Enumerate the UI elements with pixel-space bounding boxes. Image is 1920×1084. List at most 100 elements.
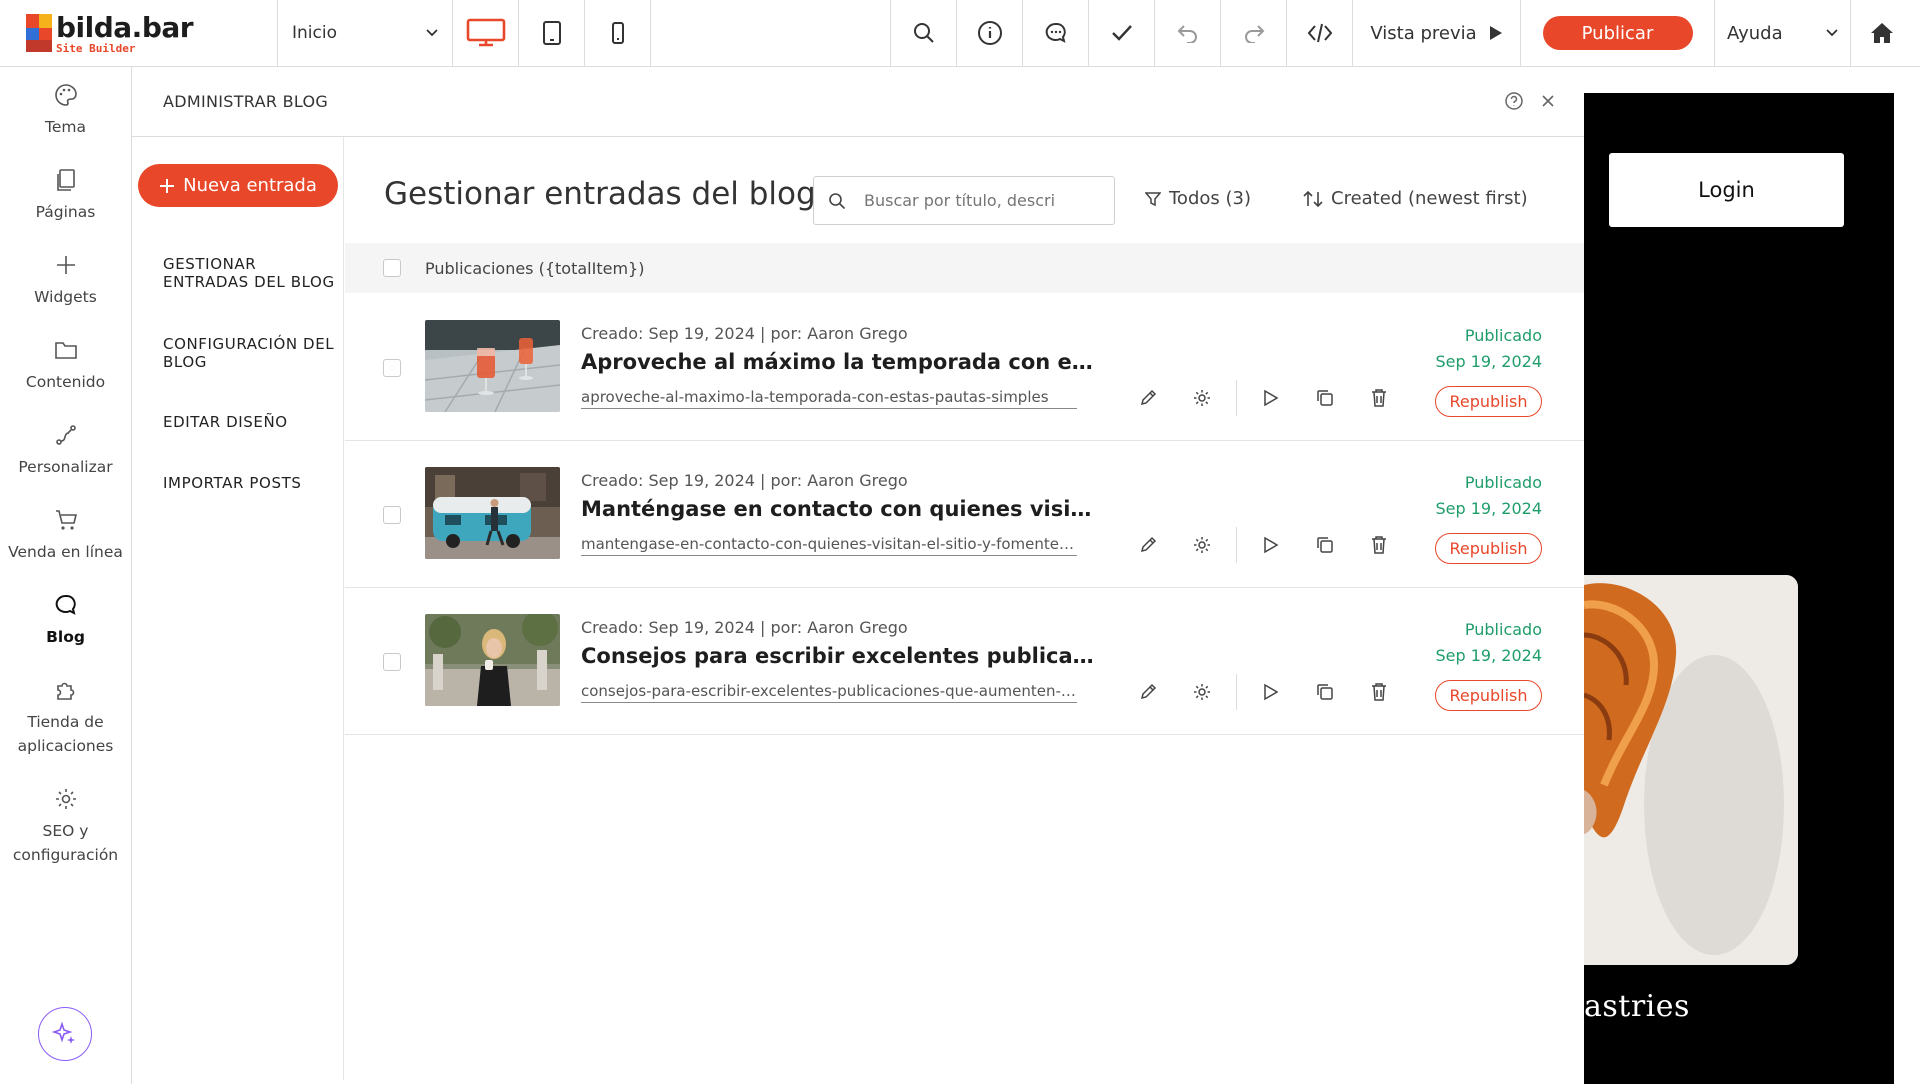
publish-cell: Publicar <box>1521 0 1715 66</box>
delete-button[interactable] <box>1352 530 1406 560</box>
post-meta: Creado: Sep 19, 2024 | por: Aaron Grego <box>581 471 908 490</box>
sidebar-item-tema[interactable]: Tema <box>0 83 131 139</box>
brand-logo[interactable]: bilda.bar Site Builder <box>0 0 278 66</box>
delete-button[interactable] <box>1352 383 1406 413</box>
sidebar-item-paginas[interactable]: Páginas <box>0 168 131 224</box>
close-icon[interactable] <box>1540 93 1556 109</box>
check-button[interactable] <box>1089 0 1155 66</box>
sidebar-item-venda-en-linea[interactable]: Venda en línea <box>0 508 131 564</box>
help-menu[interactable]: Ayuda <box>1715 0 1851 66</box>
trash-icon <box>1372 683 1386 701</box>
undo-button[interactable] <box>1155 0 1221 66</box>
sidebar-item-seo[interactable]: SEO y configuración <box>0 787 131 867</box>
pastry-image <box>1584 575 1798 965</box>
new-entry-button[interactable]: Nueva entrada <box>138 164 338 207</box>
site-preview: Login astries <box>1584 67 1920 1084</box>
post-actions <box>1121 380 1406 416</box>
edit-button[interactable] <box>1121 530 1175 560</box>
post-title[interactable]: Manténgase en contacto con quienes visit… <box>581 497 1101 521</box>
chevron-down-icon <box>1826 29 1838 37</box>
comment-icon <box>1045 22 1066 43</box>
sidebar-item-label: Páginas <box>35 203 96 221</box>
sort-icon <box>1303 190 1323 207</box>
sidebar-item-label: Contenido <box>25 373 106 391</box>
cart-icon <box>55 510 77 530</box>
duplicate-button[interactable] <box>1298 383 1352 413</box>
info-button[interactable] <box>957 0 1023 66</box>
republish-button[interactable]: Republish <box>1435 533 1542 564</box>
post-date: Sep 19, 2024 <box>1435 352 1543 371</box>
sidebar-item-contenido[interactable]: Contenido <box>0 338 131 394</box>
preview-post-button[interactable] <box>1244 677 1298 707</box>
settings-button[interactable] <box>1175 530 1229 560</box>
post-checkbox[interactable] <box>383 653 401 671</box>
post-title[interactable]: Consejos para escribir excelentes public… <box>581 644 1101 668</box>
undo-icon <box>1177 25 1197 43</box>
post-slug-link[interactable]: consejos-para-escribir-excelentes-public… <box>581 682 1077 703</box>
gear-icon <box>1194 537 1210 553</box>
post-thumbnail <box>425 614 560 706</box>
post-checkbox[interactable] <box>383 359 401 377</box>
panel-title: ADMINISTRAR BLOG <box>163 92 329 111</box>
post-slug-link[interactable]: aproveche-al-maximo-la-temporada-con-est… <box>581 388 1077 409</box>
device-mobile-button[interactable] <box>585 0 651 66</box>
status-badge: Publicado <box>1464 326 1542 345</box>
sidebar-item-blog[interactable]: Blog <box>0 593 131 649</box>
puzzle-icon <box>56 682 74 700</box>
device-tablet-button[interactable] <box>519 0 585 66</box>
select-all-checkbox[interactable] <box>383 259 401 277</box>
mobile-icon <box>611 22 624 44</box>
preview-button[interactable]: Vista previa <box>1353 0 1521 66</box>
comments-button[interactable] <box>1023 0 1089 66</box>
page-selector[interactable]: Inicio <box>278 0 453 66</box>
sidebar-item-label: Personalizar <box>18 458 113 476</box>
nav-edit-design[interactable]: EDITAR DISEÑO <box>163 413 343 431</box>
redo-button[interactable] <box>1221 0 1287 66</box>
republish-button[interactable]: Republish <box>1435 386 1542 417</box>
post-meta: Creado: Sep 19, 2024 | por: Aaron Grego <box>581 618 908 637</box>
filter-button[interactable]: Todos (3) <box>1145 188 1251 209</box>
edit-button[interactable] <box>1121 383 1175 413</box>
post-actions <box>1121 674 1406 710</box>
edit-button[interactable] <box>1121 677 1175 707</box>
nav-import-posts[interactable]: IMPORTAR POSTS <box>163 474 343 492</box>
preview-label: Vista previa <box>1370 22 1477 44</box>
post-thumbnail <box>425 320 560 412</box>
path-icon <box>55 425 76 445</box>
palette-icon <box>54 84 77 106</box>
nav-manage-posts[interactable]: GESTIONAR ENTRADAS DEL BLOG <box>163 255 343 291</box>
settings-button[interactable] <box>1175 383 1229 413</box>
post-checkbox[interactable] <box>383 506 401 524</box>
search-button[interactable] <box>891 0 957 66</box>
login-button[interactable]: Login <box>1609 153 1844 227</box>
preview-post-button[interactable] <box>1244 530 1298 560</box>
blog-sub-nav: Nueva entrada GESTIONAR ENTRADAS DEL BLO… <box>132 137 344 1080</box>
sidebar-item-personalizar[interactable]: Personalizar <box>0 423 131 479</box>
filter-icon <box>1145 191 1161 206</box>
sort-button[interactable]: Created (newest first) <box>1303 188 1528 209</box>
device-desktop-button[interactable] <box>453 0 519 66</box>
search-input[interactable] <box>864 191 1104 210</box>
duplicate-button[interactable] <box>1298 530 1352 560</box>
delete-button[interactable] <box>1352 677 1406 707</box>
duplicate-button[interactable] <box>1298 677 1352 707</box>
status-badge: Publicado <box>1464 473 1542 492</box>
sidebar-item-widgets[interactable]: Widgets <box>0 253 131 309</box>
post-date: Sep 19, 2024 <box>1435 499 1543 518</box>
publish-button[interactable]: Publicar <box>1542 16 1693 50</box>
settings-button[interactable] <box>1175 677 1229 707</box>
home-button[interactable] <box>1851 0 1912 66</box>
code-button[interactable] <box>1287 0 1353 66</box>
post-slug-link[interactable]: mantengase-en-contacto-con-quienes-visit… <box>581 535 1077 556</box>
redo-icon <box>1244 25 1264 43</box>
post-date: Sep 19, 2024 <box>1435 646 1543 665</box>
trash-icon <box>1372 389 1386 407</box>
ai-assistant-button[interactable] <box>38 1007 92 1061</box>
republish-button[interactable]: Republish <box>1435 680 1542 711</box>
sidebar-item-label: Tema <box>45 118 86 136</box>
preview-post-button[interactable] <box>1244 383 1298 413</box>
sidebar-item-tienda-de-aplicaciones[interactable]: Tienda de aplicaciones <box>0 678 131 758</box>
post-title[interactable]: Aproveche al máximo la temporada con est… <box>581 350 1101 374</box>
nav-blog-settings[interactable]: CONFIGURACIÓN DEL BLOG <box>163 335 343 371</box>
help-icon[interactable] <box>1504 91 1524 111</box>
